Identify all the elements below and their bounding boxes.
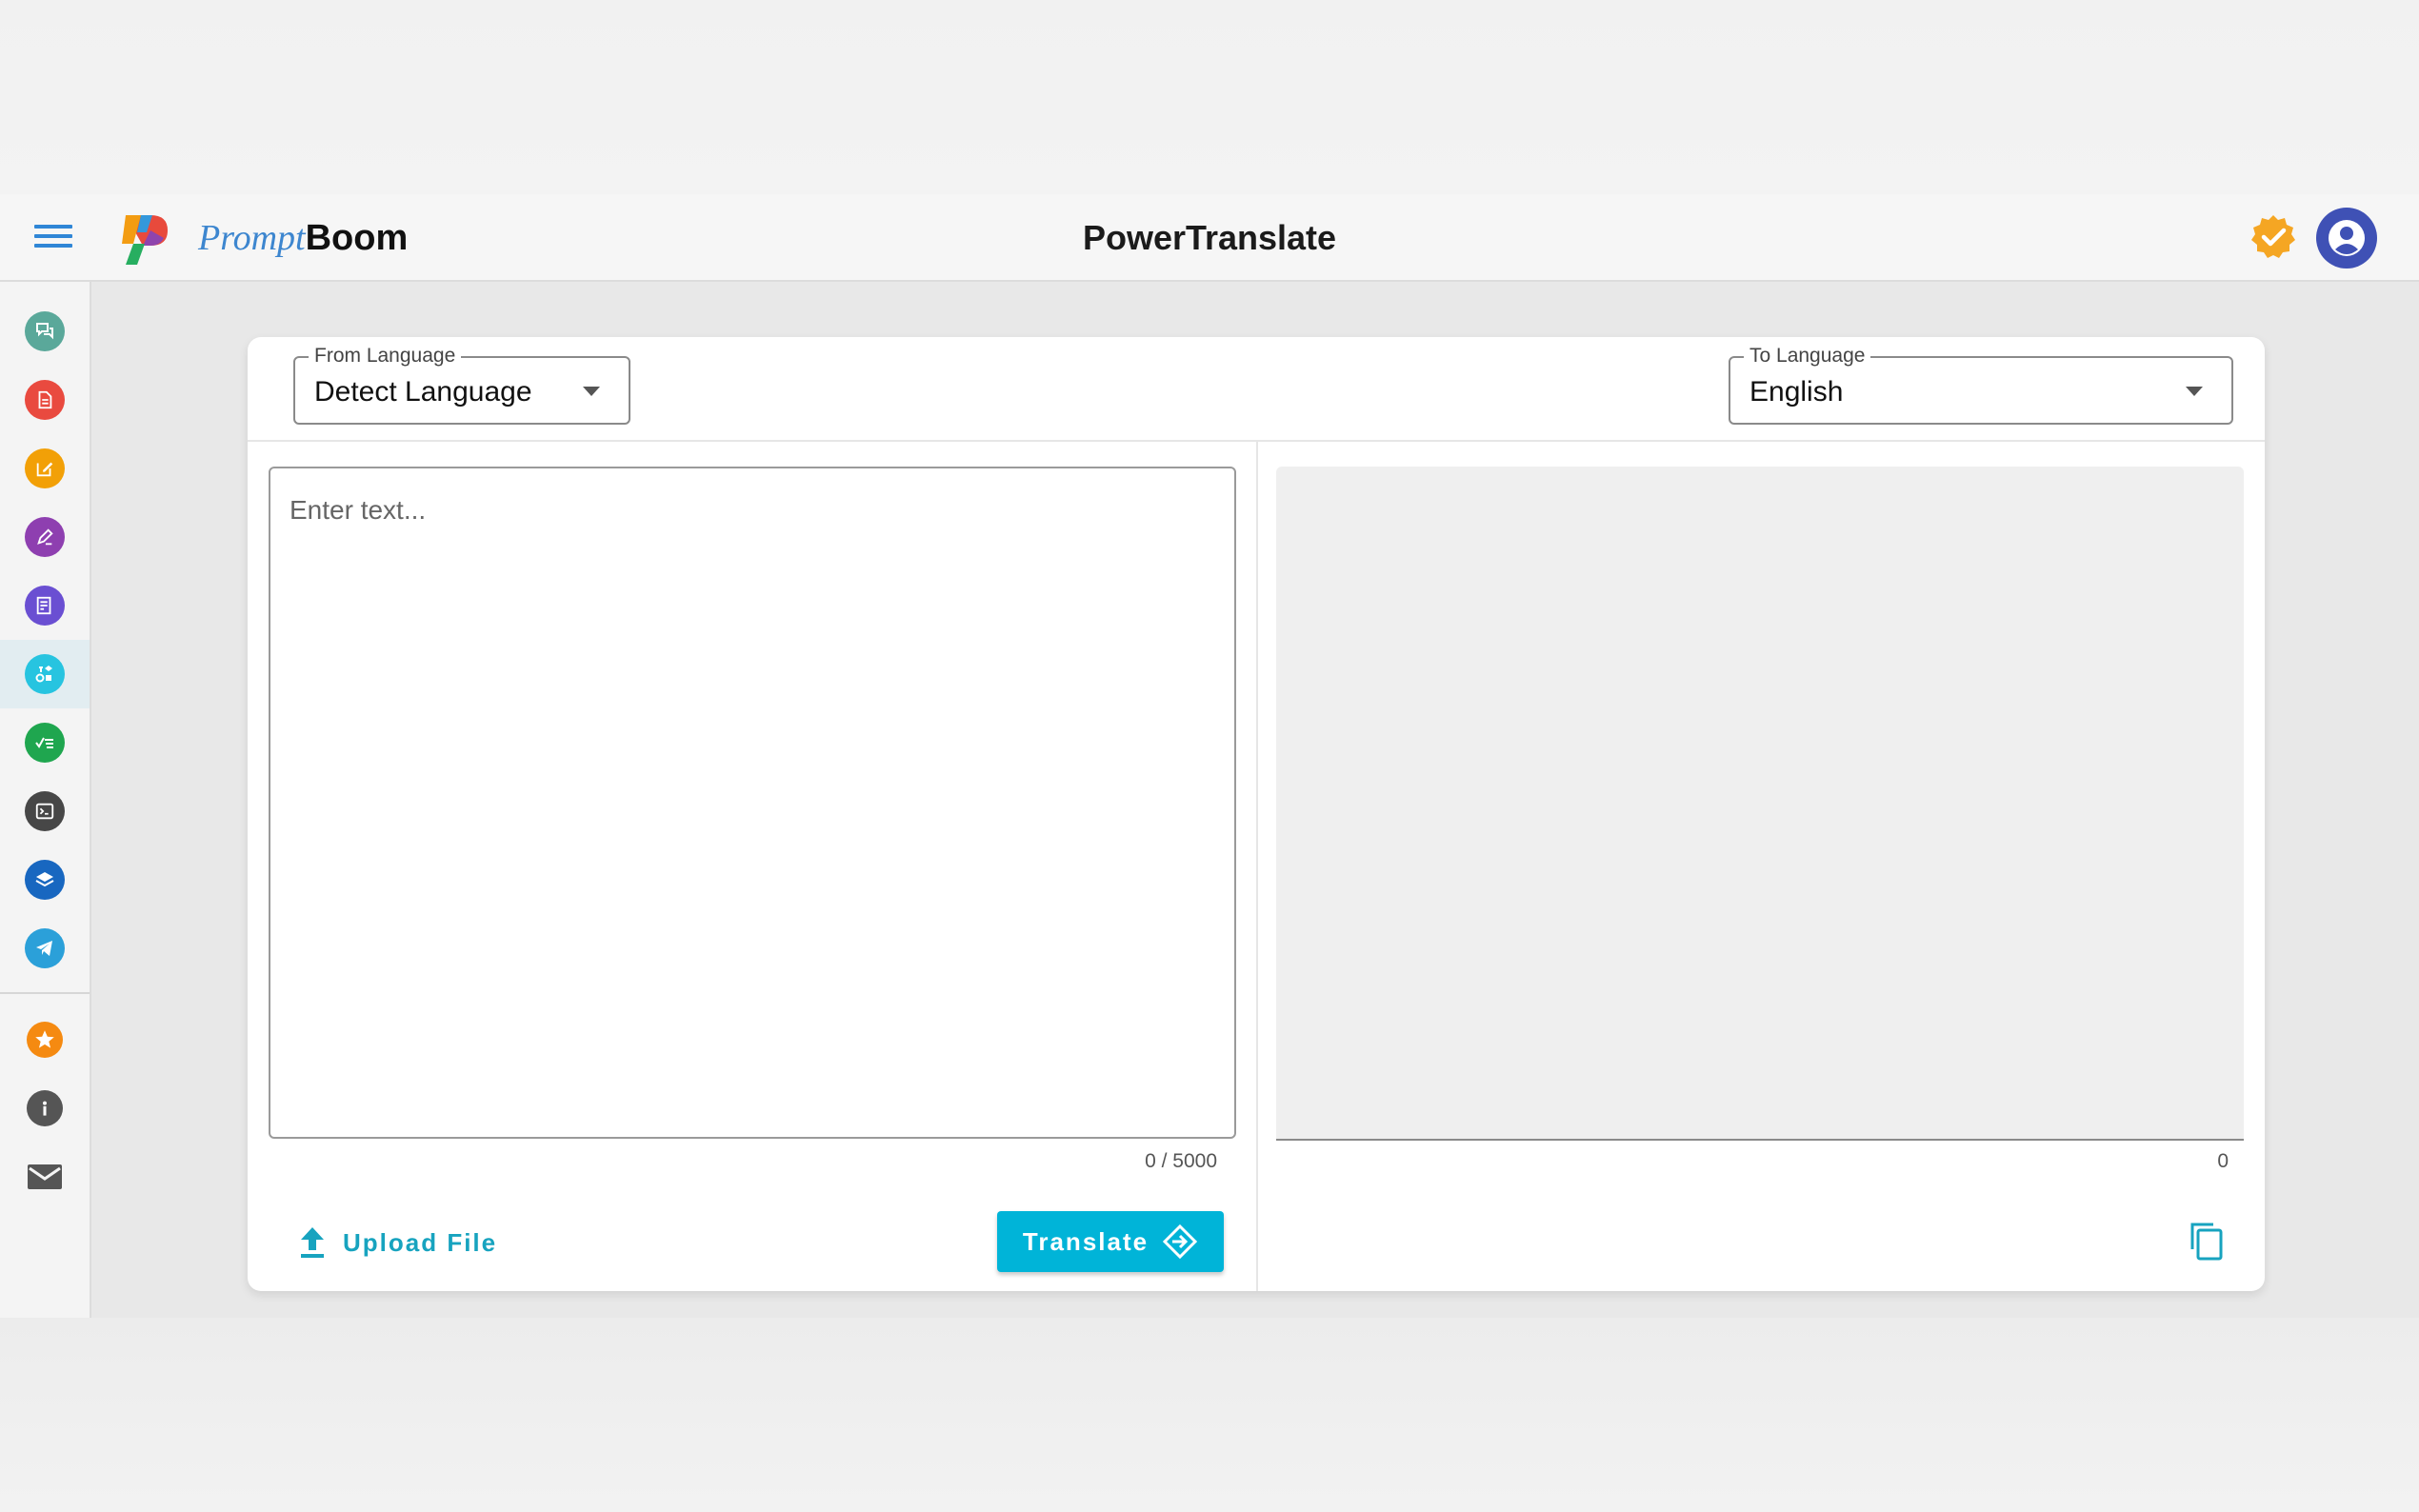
brand-name-part1: Prompt xyxy=(198,218,306,258)
account-circle-icon xyxy=(2329,220,2365,256)
to-language-value: English xyxy=(1749,376,1844,408)
sidebar-item-telegram[interactable] xyxy=(0,914,90,983)
sidebar-item-layers[interactable] xyxy=(0,846,90,914)
checklist-icon xyxy=(25,723,65,763)
mail-icon xyxy=(28,1164,62,1189)
output-char-counter: 0 xyxy=(2217,1150,2229,1172)
document-icon xyxy=(25,380,65,420)
chevron-down-icon xyxy=(583,387,600,396)
upload-file-button[interactable]: Upload File xyxy=(297,1221,497,1264)
brand-name: PromptBoom xyxy=(198,215,408,261)
sidebar-item-checklist[interactable] xyxy=(0,708,90,777)
sidebar-item-chat[interactable] xyxy=(0,297,90,366)
source-char-counter: 0 / 5000 xyxy=(1145,1150,1217,1172)
top-app-bar: PromptBoom PowerTranslate xyxy=(0,194,2419,282)
sidebar-item-info[interactable] xyxy=(0,1074,90,1143)
to-language-label: To Language xyxy=(1744,345,1871,368)
translator-card: From Language Detect Language To Languag… xyxy=(248,337,2265,1291)
source-placeholder: Enter text... xyxy=(290,495,427,525)
sidebar-item-terminal[interactable] xyxy=(0,777,90,846)
from-language-label: From Language xyxy=(309,345,462,368)
sidebar-item-translate[interactable] xyxy=(0,640,90,708)
edit-square-icon xyxy=(25,448,65,488)
copy-icon[interactable] xyxy=(2187,1221,2229,1263)
upload-file-label: Upload File xyxy=(343,1227,498,1257)
star-icon xyxy=(27,1022,63,1058)
brand-name-part2: Boom xyxy=(305,218,409,258)
chat-bubbles-icon xyxy=(25,311,65,351)
sidebar-item-notes[interactable] xyxy=(0,571,90,640)
panel-divider xyxy=(1256,440,1258,1291)
sidebar-divider xyxy=(0,992,90,994)
translate-shapes-icon xyxy=(25,654,65,694)
chevron-down-icon xyxy=(2186,387,2203,396)
translate-button[interactable]: Translate xyxy=(997,1211,1224,1272)
translate-label: Translate xyxy=(1022,1226,1150,1256)
layers-icon xyxy=(25,860,65,900)
notes-edit-icon xyxy=(25,586,65,626)
sidebar-item-edit[interactable] xyxy=(0,434,90,503)
promptboom-logo xyxy=(122,215,168,265)
source-text-input[interactable]: Enter text... xyxy=(269,467,1236,1139)
to-language-select[interactable]: To Language English xyxy=(1729,345,2233,425)
from-language-value: Detect Language xyxy=(314,376,532,408)
telegram-icon xyxy=(25,928,65,968)
translation-output xyxy=(1276,467,2244,1141)
pen-icon xyxy=(25,517,65,557)
from-language-select[interactable]: From Language Detect Language xyxy=(293,345,630,425)
sidebar-item-document[interactable] xyxy=(0,366,90,434)
hamburger-menu-icon[interactable] xyxy=(34,225,72,251)
info-icon xyxy=(27,1090,63,1126)
sidebar-item-mail[interactable] xyxy=(0,1143,90,1211)
translate-arrow-icon xyxy=(1162,1224,1198,1260)
sidebar-item-favorites[interactable] xyxy=(0,1005,90,1074)
verified-badge-icon[interactable] xyxy=(2249,213,2297,261)
terminal-icon xyxy=(25,791,65,831)
upload-icon xyxy=(301,1227,324,1258)
account-avatar[interactable] xyxy=(2316,208,2377,269)
sidebar xyxy=(0,282,91,1318)
app-window: PromptBoom PowerTranslate From Language … xyxy=(0,194,2419,1318)
sidebar-item-pen[interactable] xyxy=(0,503,90,571)
